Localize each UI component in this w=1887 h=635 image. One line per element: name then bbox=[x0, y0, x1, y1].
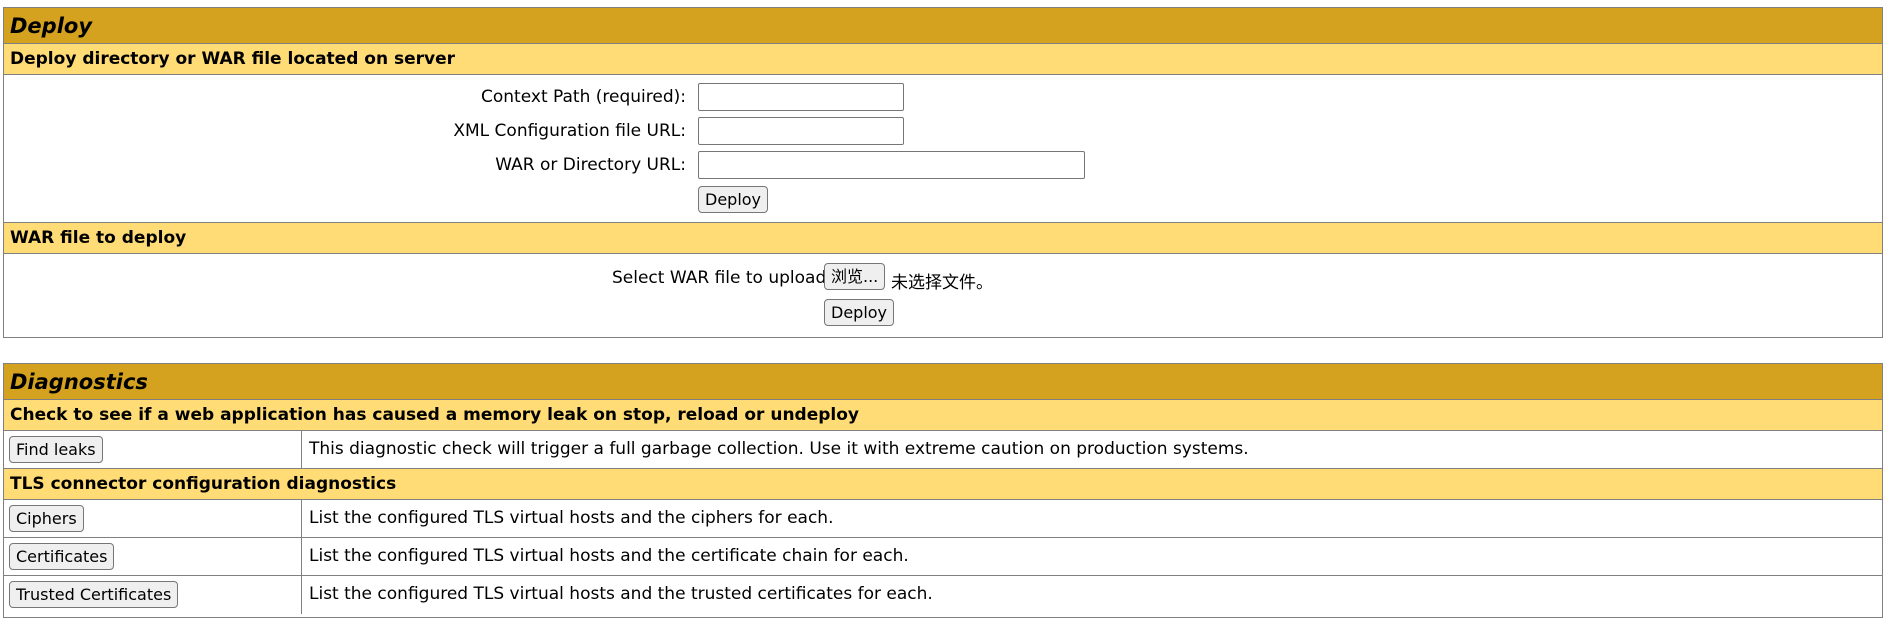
server-deploy-section-heading: Deploy directory or WAR file located on … bbox=[4, 44, 1882, 75]
find-leaks-button-cell: Find leaks bbox=[4, 431, 302, 468]
trusted-certificates-description: List the configured TLS virtual hosts an… bbox=[309, 584, 933, 604]
trusted-certificates-button-cell: Trusted Certificates bbox=[4, 576, 302, 614]
server-deploy-button[interactable]: Deploy bbox=[698, 186, 769, 213]
xml-config-label: XML Configuration file URL: bbox=[453, 121, 686, 141]
war-dir-label: WAR or Directory URL: bbox=[495, 155, 686, 175]
diagnostics-panel: Diagnostics Check to see if a web applic… bbox=[3, 363, 1883, 618]
server-deploy-form: Context Path (required): XML Configurati… bbox=[4, 75, 1882, 223]
find-leaks-button[interactable]: Find leaks bbox=[9, 436, 103, 463]
find-leaks-row: Find leaks This diagnostic check will tr… bbox=[4, 431, 1882, 469]
xml-config-input[interactable] bbox=[698, 117, 904, 145]
trusted-certificates-button[interactable]: Trusted Certificates bbox=[9, 581, 179, 608]
page: Deploy Deploy directory or WAR file loca… bbox=[0, 0, 1887, 635]
war-dir-input[interactable] bbox=[698, 151, 1085, 179]
diagnostics-panel-title: Diagnostics bbox=[4, 364, 1882, 400]
context-path-row: Context Path (required): bbox=[4, 83, 1882, 111]
deploy-panel: Deploy Deploy directory or WAR file loca… bbox=[3, 7, 1883, 338]
browse-file-button[interactable]: 浏览... bbox=[824, 263, 886, 290]
war-upload-section-heading: WAR file to deploy bbox=[4, 223, 1882, 254]
no-file-selected-text: 未选择文件。 bbox=[891, 273, 993, 293]
xml-config-row: XML Configuration file URL: bbox=[4, 117, 1882, 145]
certificates-row: Certificates List the configured TLS vir… bbox=[4, 538, 1882, 576]
find-leaks-description: This diagnostic check will trigger a ful… bbox=[309, 439, 1249, 459]
select-war-label: Select WAR file to upload bbox=[612, 268, 827, 288]
upload-deploy-button[interactable]: Deploy bbox=[824, 299, 895, 326]
ciphers-button[interactable]: Ciphers bbox=[9, 505, 84, 532]
war-upload-form: Select WAR file to upload 浏览... 未选择文件。 D… bbox=[4, 254, 1882, 335]
trusted-certificates-row: Trusted Certificates List the configured… bbox=[4, 576, 1882, 614]
certificates-button[interactable]: Certificates bbox=[9, 543, 115, 570]
context-path-label: Context Path (required): bbox=[481, 87, 686, 107]
memory-leak-section-heading: Check to see if a web application has ca… bbox=[4, 400, 1882, 431]
tls-section-heading: TLS connector configuration diagnostics bbox=[4, 469, 1882, 500]
war-dir-row: WAR or Directory URL: bbox=[4, 151, 1882, 179]
deploy-panel-title: Deploy bbox=[4, 8, 1882, 44]
ciphers-row: Ciphers List the configured TLS virtual … bbox=[4, 500, 1882, 538]
ciphers-button-cell: Ciphers bbox=[4, 500, 302, 537]
certificates-button-cell: Certificates bbox=[4, 538, 302, 575]
context-path-input[interactable] bbox=[698, 83, 904, 111]
ciphers-description: List the configured TLS virtual hosts an… bbox=[309, 508, 834, 528]
certificates-description: List the configured TLS virtual hosts an… bbox=[309, 546, 909, 566]
